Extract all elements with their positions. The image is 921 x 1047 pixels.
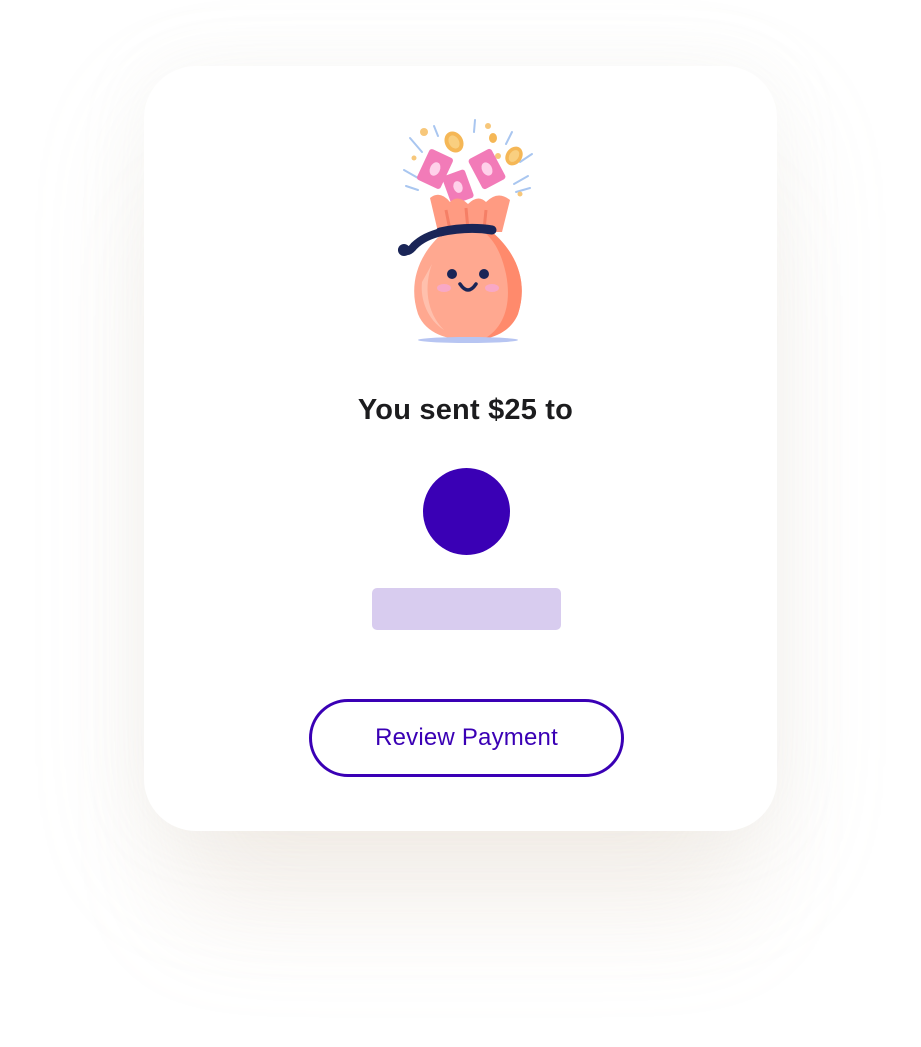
page: You sent $25 to Review Payment (0, 0, 921, 1047)
review-payment-button-label: Review Payment (375, 724, 558, 751)
review-payment-button[interactable]: Review Payment (309, 699, 624, 777)
recipient-avatar (423, 468, 510, 555)
sent-amount-heading: You sent $25 to (357, 394, 574, 426)
recipient-name-placeholder (372, 588, 561, 630)
money-bag-illustration (388, 114, 548, 346)
smiling-money-bag-icon (398, 119, 533, 343)
